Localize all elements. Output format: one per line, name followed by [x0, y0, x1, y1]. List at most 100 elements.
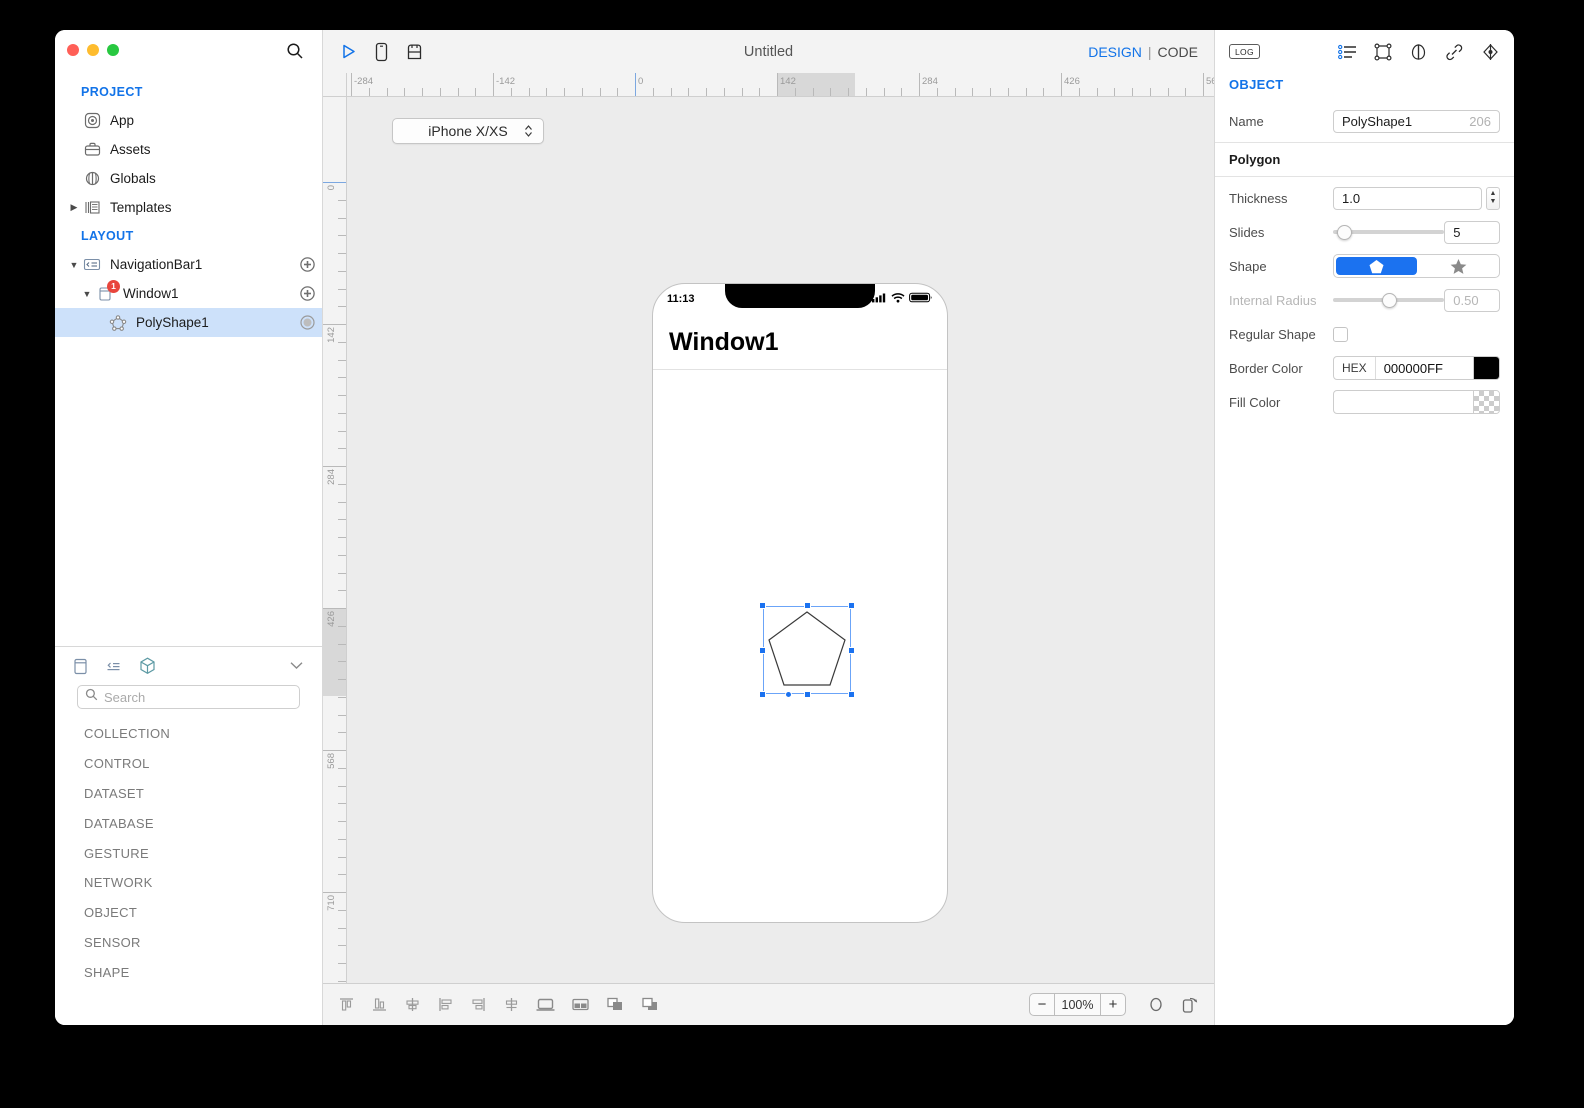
zoom-value[interactable]: 100% — [1054, 994, 1101, 1015]
regular-shape-checkbox[interactable] — [1333, 326, 1348, 342]
shape-icon[interactable] — [1409, 43, 1428, 61]
send-backward-icon[interactable] — [640, 995, 661, 1014]
disclosure-triangle-expanded[interactable]: ▼ — [80, 289, 94, 299]
library-item-collection[interactable]: COLLECTION — [84, 719, 322, 749]
handle-top-right[interactable] — [848, 602, 855, 609]
disclosure-triangle-collapsed[interactable]: ▶ — [67, 202, 81, 213]
align-top-icon[interactable] — [337, 995, 356, 1014]
internal-radius-slider[interactable] — [1333, 289, 1445, 312]
horizontal-ruler[interactable]: -284-1420142284426568710 — [323, 73, 1214, 97]
library-search[interactable] — [77, 685, 300, 709]
tab-design[interactable]: DESIGN — [1088, 44, 1142, 60]
bring-forward-icon[interactable] — [605, 995, 626, 1014]
ruler-tick-minor — [954, 88, 956, 96]
visibility-icon[interactable] — [1481, 43, 1500, 61]
vertical-ruler[interactable]: 0142284426568710852 — [323, 97, 347, 983]
ruler-tick-major — [323, 466, 346, 467]
align-center-vertical-icon[interactable] — [502, 995, 521, 1014]
handle-top-center[interactable] — [803, 602, 811, 609]
inspector-title: OBJECT — [1229, 77, 1284, 92]
handle-middle-right[interactable] — [848, 646, 855, 654]
disclosure-triangle-expanded[interactable]: ▼ — [67, 260, 81, 270]
minimize-button[interactable] — [87, 44, 99, 56]
sidebar-item-window1[interactable]: ▼ 1 Window1 — [55, 279, 322, 308]
sidebar-item-globals[interactable]: Globals — [55, 164, 322, 193]
device-icon[interactable] — [374, 42, 389, 62]
align-left-icon[interactable] — [436, 995, 455, 1014]
library-item-database[interactable]: DATABASE — [84, 808, 322, 838]
library-item-sensor[interactable]: SENSOR — [84, 927, 322, 957]
ruler-tick-minor — [338, 909, 346, 911]
sidebar-item-app[interactable]: App — [55, 106, 322, 135]
device-selector[interactable]: iPhone X/XS — [392, 118, 544, 144]
handle-bottom-right[interactable] — [848, 691, 855, 698]
fill-color-field[interactable] — [1333, 390, 1500, 414]
internal-radius-input[interactable]: 0.50 — [1444, 288, 1500, 312]
slider-knob[interactable] — [1381, 292, 1397, 308]
properties-list-icon[interactable] — [1338, 44, 1357, 60]
tab-code[interactable]: CODE — [1158, 44, 1198, 60]
sidebar-item-assets[interactable]: Assets — [55, 135, 322, 164]
device-label: iPhone X/XS — [428, 123, 508, 139]
sidebar-item-navigationbar1[interactable]: ▼ NavigationBar1 — [55, 250, 322, 279]
sidebar-item-templates[interactable]: ▶ Templates — [55, 193, 322, 222]
fill-color-swatch[interactable] — [1473, 391, 1499, 413]
name-input[interactable]: PolyShape1 206 — [1333, 109, 1500, 133]
align-center-horizontal-icon[interactable] — [403, 995, 422, 1014]
blocks-icon[interactable] — [405, 42, 424, 62]
ruler-tick-minor — [1114, 88, 1116, 96]
library-item-control[interactable]: CONTROL — [84, 749, 322, 779]
library-item-gesture[interactable]: GESTURE — [84, 838, 322, 868]
handle-top-left[interactable] — [759, 602, 766, 609]
thickness-input[interactable]: 1.0 — [1333, 186, 1482, 210]
align-right-icon[interactable] — [469, 995, 488, 1014]
play-icon[interactable] — [339, 42, 358, 61]
rotate-device-icon[interactable] — [1180, 995, 1200, 1015]
navbar-tab-icon[interactable] — [104, 657, 124, 676]
device-preview[interactable]: 11:13 Window1 — [652, 283, 948, 923]
handle-bottom-left[interactable] — [759, 691, 766, 698]
border-color-swatch[interactable] — [1473, 357, 1499, 379]
zoom-out-button[interactable]: − — [1030, 994, 1054, 1015]
selected-shape[interactable] — [759, 602, 855, 698]
window-tab-icon[interactable] — [73, 657, 90, 676]
pentagon-shape[interactable] — [763, 606, 851, 694]
slides-input[interactable]: 5 — [1444, 220, 1500, 244]
target-toggle-button[interactable] — [292, 315, 322, 330]
handle-middle-left[interactable] — [759, 646, 766, 654]
distribute-icon[interactable] — [535, 995, 556, 1014]
slider-knob[interactable] — [1337, 224, 1353, 240]
shape-option-star[interactable] — [1419, 255, 1500, 277]
log-button[interactable]: LOG — [1229, 43, 1260, 60]
chevron-down-icon[interactable] — [289, 657, 304, 675]
handle-bottom-center[interactable] — [803, 691, 811, 698]
library-item-network[interactable]: NETWORK — [84, 868, 322, 898]
battery-icon — [909, 292, 933, 306]
shape-option-pentagon[interactable] — [1336, 257, 1417, 275]
search-input[interactable] — [104, 689, 292, 705]
link-icon[interactable] — [1445, 43, 1464, 61]
slides-slider[interactable] — [1333, 221, 1445, 244]
border-color-value[interactable]: 000000FF — [1376, 361, 1473, 376]
object-3d-tab-icon[interactable] — [138, 656, 157, 676]
magnifier-icon[interactable] — [1148, 995, 1164, 1014]
library-item-shape[interactable]: SHAPE — [84, 957, 322, 987]
align-bottom-icon[interactable] — [370, 995, 389, 1014]
add-child-button[interactable] — [292, 257, 322, 272]
group-icon[interactable] — [570, 995, 591, 1014]
library-item-object[interactable]: OBJECT — [84, 898, 322, 928]
thickness-stepper[interactable]: ▲ ▼ — [1485, 186, 1500, 210]
window-icon: 1 — [94, 280, 120, 302]
border-color-field[interactable]: HEX 000000FF — [1333, 356, 1500, 380]
bounds-icon[interactable] — [1374, 43, 1392, 61]
search-icon[interactable] — [286, 42, 304, 60]
maximize-button[interactable] — [107, 44, 119, 56]
regular-shape-row: Regular Shape — [1215, 317, 1514, 351]
add-child-button[interactable] — [292, 286, 322, 301]
close-button[interactable] — [67, 44, 79, 56]
handle-bottom-rotate[interactable] — [785, 691, 792, 698]
zoom-in-button[interactable]: + — [1101, 994, 1125, 1015]
library-item-dataset[interactable]: DATASET — [84, 779, 322, 809]
sidebar-item-polyshape1[interactable]: PolyShape1 — [55, 308, 322, 337]
design-canvas[interactable]: iPhone X/XS 11:13 Window1 — [347, 97, 1214, 983]
